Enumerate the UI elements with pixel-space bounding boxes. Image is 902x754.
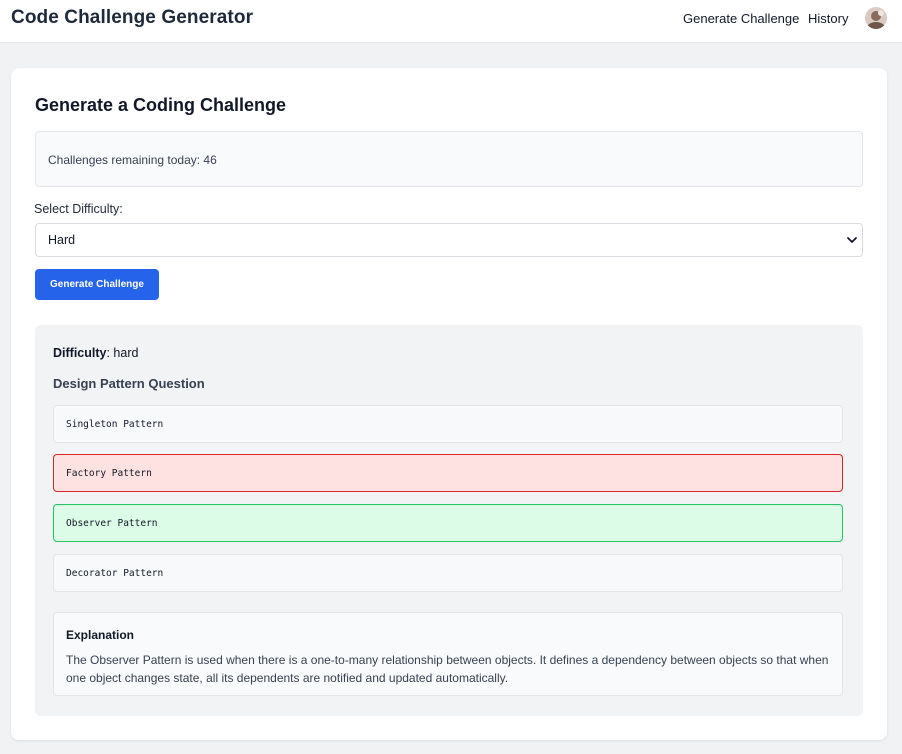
difficulty-select-value: Hard (48, 233, 76, 247)
remaining-quota-text: Challenges remaining today: 46 (48, 153, 217, 167)
answer-option-text: Singleton Pattern (66, 419, 164, 430)
page-title: Generate a Coding Challenge (35, 95, 287, 115)
question-title: Design Pattern Question (53, 376, 205, 391)
explanation-text: The Observer Pattern is used when there … (66, 653, 829, 685)
remaining-quota-box: Challenges remaining today: 46 (35, 131, 863, 187)
app-title[interactable]: Code Challenge Generator (11, 7, 253, 29)
answer-option-incorrect[interactable]: Factory Pattern (53, 454, 843, 492)
avatar[interactable] (865, 7, 887, 29)
difficulty-select[interactable]: Hard (35, 223, 863, 257)
difficulty-key: Difficulty (53, 346, 107, 360)
explanation-title: Explanation (66, 628, 135, 642)
answer-option[interactable]: Singleton Pattern (53, 405, 843, 443)
nav-generate-challenge[interactable]: Generate Challenge (683, 11, 799, 26)
difficulty-value: : hard (106, 346, 139, 360)
nav-history[interactable]: History (808, 11, 848, 26)
explanation-box: Explanation The Observer Pattern is used… (53, 612, 843, 696)
difficulty-label: Select Difficulty: (34, 202, 123, 216)
top-navbar: Code Challenge Generator Generate Challe… (0, 0, 902, 43)
answer-option[interactable]: Decorator Pattern (53, 554, 843, 592)
answer-option-text: Observer Pattern (66, 518, 158, 529)
challenge-result: Difficulty: hard Design Pattern Question… (35, 325, 863, 716)
answer-option-correct[interactable]: Observer Pattern (53, 504, 843, 542)
user-avatar-icon (865, 7, 887, 29)
generator-card: Generate a Coding Challenge Challenges r… (11, 68, 887, 740)
answer-option-text: Decorator Pattern (66, 568, 164, 579)
challenge-difficulty: Difficulty: hard (53, 346, 138, 360)
answer-option-text: Factory Pattern (66, 468, 152, 479)
generate-challenge-button[interactable]: Generate Challenge (35, 269, 159, 300)
chevron-down-icon (847, 237, 857, 243)
